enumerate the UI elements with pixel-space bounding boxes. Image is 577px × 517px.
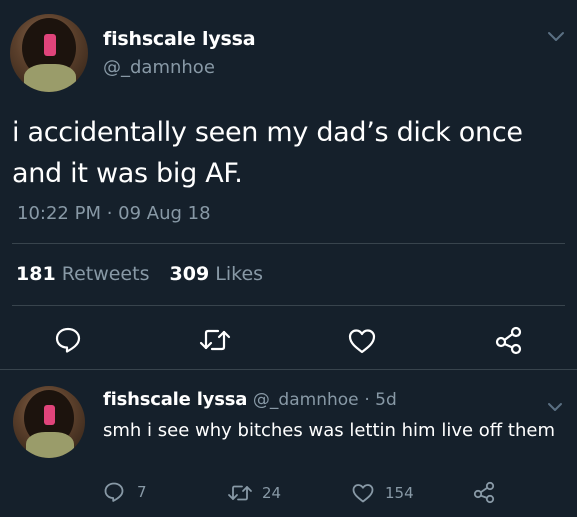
reply-username-handle[interactable]: @_damnhoe [253, 390, 359, 410]
avatar[interactable] [10, 14, 88, 92]
divider [0, 369, 577, 370]
reply-display-name[interactable]: fishscale lyssa [103, 389, 247, 410]
display-name[interactable]: fishscale lyssa [103, 28, 256, 50]
likes-label: Likes [215, 263, 264, 285]
reply-button[interactable] [54, 326, 82, 354]
reply-like-count: 154 [385, 484, 414, 502]
reply-header: fishscale lyssa @_damnhoe · 5d [103, 389, 397, 410]
tweet-text-line2: and it was big AF. [12, 158, 243, 189]
divider [12, 305, 565, 306]
retweet-icon [199, 329, 231, 351]
share-icon [473, 481, 495, 504]
reply-retweet-count: 24 [262, 484, 282, 502]
reply-text: smh i see why bitches was lettin him liv… [103, 420, 555, 441]
username-handle[interactable]: @_damnhoe [103, 57, 215, 78]
likes-stat[interactable]: 309 Likes [170, 263, 264, 285]
reply-share-button[interactable] [472, 480, 496, 504]
tweet-text-line1: i accidentally seen my dad’s dick once [12, 117, 523, 148]
retweet-button[interactable] [198, 326, 232, 354]
chevron-down-icon[interactable] [547, 28, 565, 47]
tweet-timestamp[interactable]: 10:22 PM · 09 Aug 18 [17, 203, 211, 224]
like-button[interactable] [347, 327, 377, 355]
reply-icon [104, 482, 124, 502]
share-icon [495, 326, 522, 355]
retweets-stat[interactable]: 181 Retweets [16, 263, 156, 285]
reply-like-button[interactable]: 154 [351, 482, 414, 504]
retweet-icon [228, 485, 252, 501]
reply-icon [55, 327, 81, 353]
reply-avatar[interactable] [13, 386, 85, 458]
divider [12, 243, 565, 244]
retweets-label: Retweets [61, 263, 150, 285]
reply-count: 7 [137, 483, 147, 501]
retweets-count: 181 [16, 263, 56, 285]
like-icon [352, 484, 374, 503]
likes-count: 309 [169, 263, 210, 285]
reply-retweet-button[interactable]: 24 [226, 482, 281, 504]
engagement-stats: 181 Retweets 309 Likes [16, 263, 263, 285]
share-button[interactable] [494, 325, 524, 355]
tweet-text: i accidentally seen my dad’s dick once a… [12, 112, 567, 194]
like-icon [348, 329, 376, 354]
reply-time-ago[interactable]: · 5d [364, 390, 396, 410]
reply-reply-button[interactable]: 7 [103, 481, 147, 503]
reply-chevron-down-icon[interactable] [547, 398, 563, 417]
